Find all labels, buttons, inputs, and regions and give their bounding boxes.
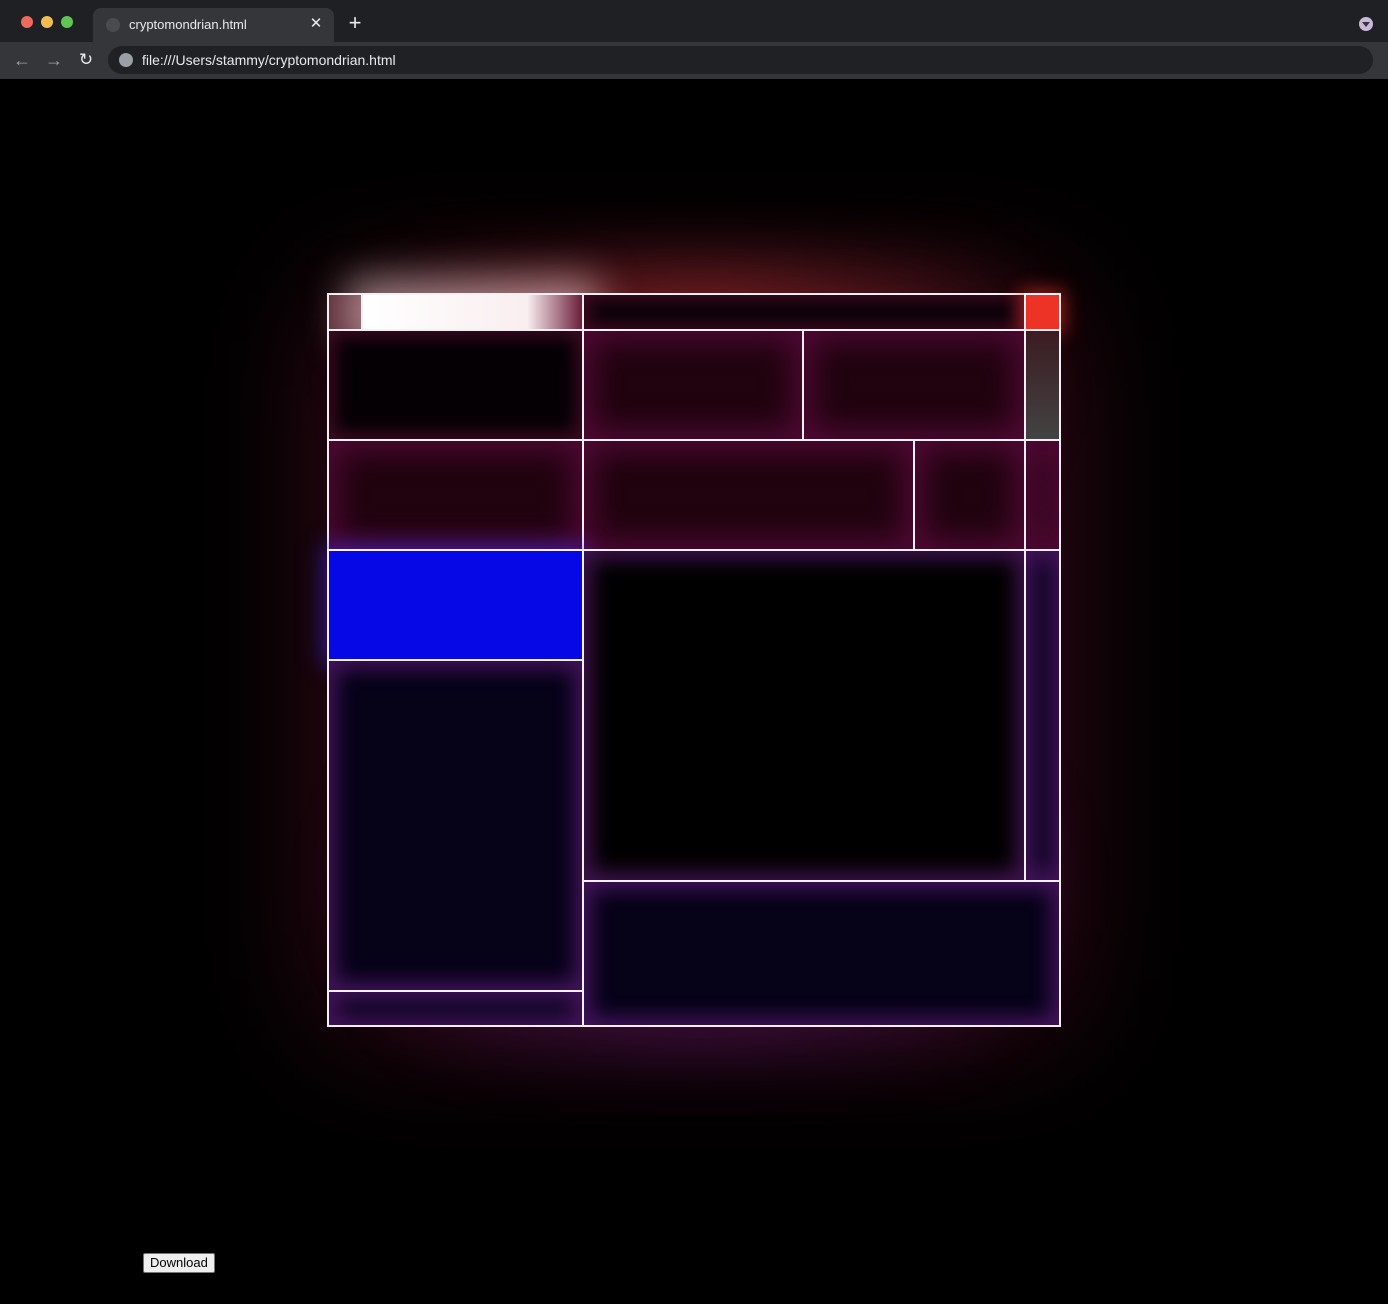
- chevron-down-icon[interactable]: [1359, 17, 1373, 31]
- mondrian-cell: [582, 293, 1026, 331]
- mondrian-cell: [1024, 439, 1061, 551]
- mondrian-cell-blue: [327, 549, 584, 661]
- tab-active[interactable]: cryptomondrian.html ✕: [93, 8, 334, 42]
- address-bar[interactable]: file:///Users/stammy/cryptomondrian.html: [108, 46, 1373, 74]
- back-button[interactable]: ←: [10, 48, 34, 72]
- mondrian-cell-red: [1024, 293, 1061, 331]
- mondrian-cell: [327, 293, 363, 331]
- new-tab-button[interactable]: +: [344, 12, 366, 34]
- mondrian-cell: [327, 439, 584, 551]
- mondrian-cell: [327, 329, 584, 441]
- mondrian-cell: [327, 990, 584, 1027]
- mondrian-cell: [582, 880, 1061, 1027]
- tab-title: cryptomondrian.html: [129, 17, 247, 32]
- mondrian-cell: [802, 329, 1026, 441]
- browser-chrome: cryptomondrian.html ✕ + ← → ↻ file:///Us…: [0, 0, 1388, 79]
- address-text: file:///Users/stammy/cryptomondrian.html: [142, 52, 396, 68]
- toolbar: ← → ↻ file:///Users/stammy/cryptomondria…: [0, 42, 1388, 79]
- tab-strip: cryptomondrian.html ✕ +: [0, 0, 1388, 42]
- mondrian-artwork: [327, 293, 1061, 1027]
- globe-icon: [106, 18, 120, 32]
- mondrian-cell-white: [361, 293, 584, 331]
- close-icon[interactable]: ✕: [307, 15, 325, 33]
- download-button[interactable]: Download: [143, 1253, 215, 1273]
- mondrian-cell: [913, 439, 1026, 551]
- reload-button[interactable]: ↻: [74, 48, 98, 72]
- mondrian-cell: [582, 329, 804, 441]
- mondrian-cell: [582, 549, 1026, 882]
- globe-icon: [119, 53, 133, 67]
- window-close-button[interactable]: [21, 16, 33, 28]
- window-maximize-button[interactable]: [61, 16, 73, 28]
- forward-button[interactable]: →: [42, 48, 66, 72]
- mondrian-cell: [582, 439, 915, 551]
- mondrian-cell: [327, 659, 584, 992]
- mondrian-cell-gray: [1024, 329, 1061, 441]
- mondrian-cell: [1024, 549, 1061, 882]
- window-minimize-button[interactable]: [41, 16, 53, 28]
